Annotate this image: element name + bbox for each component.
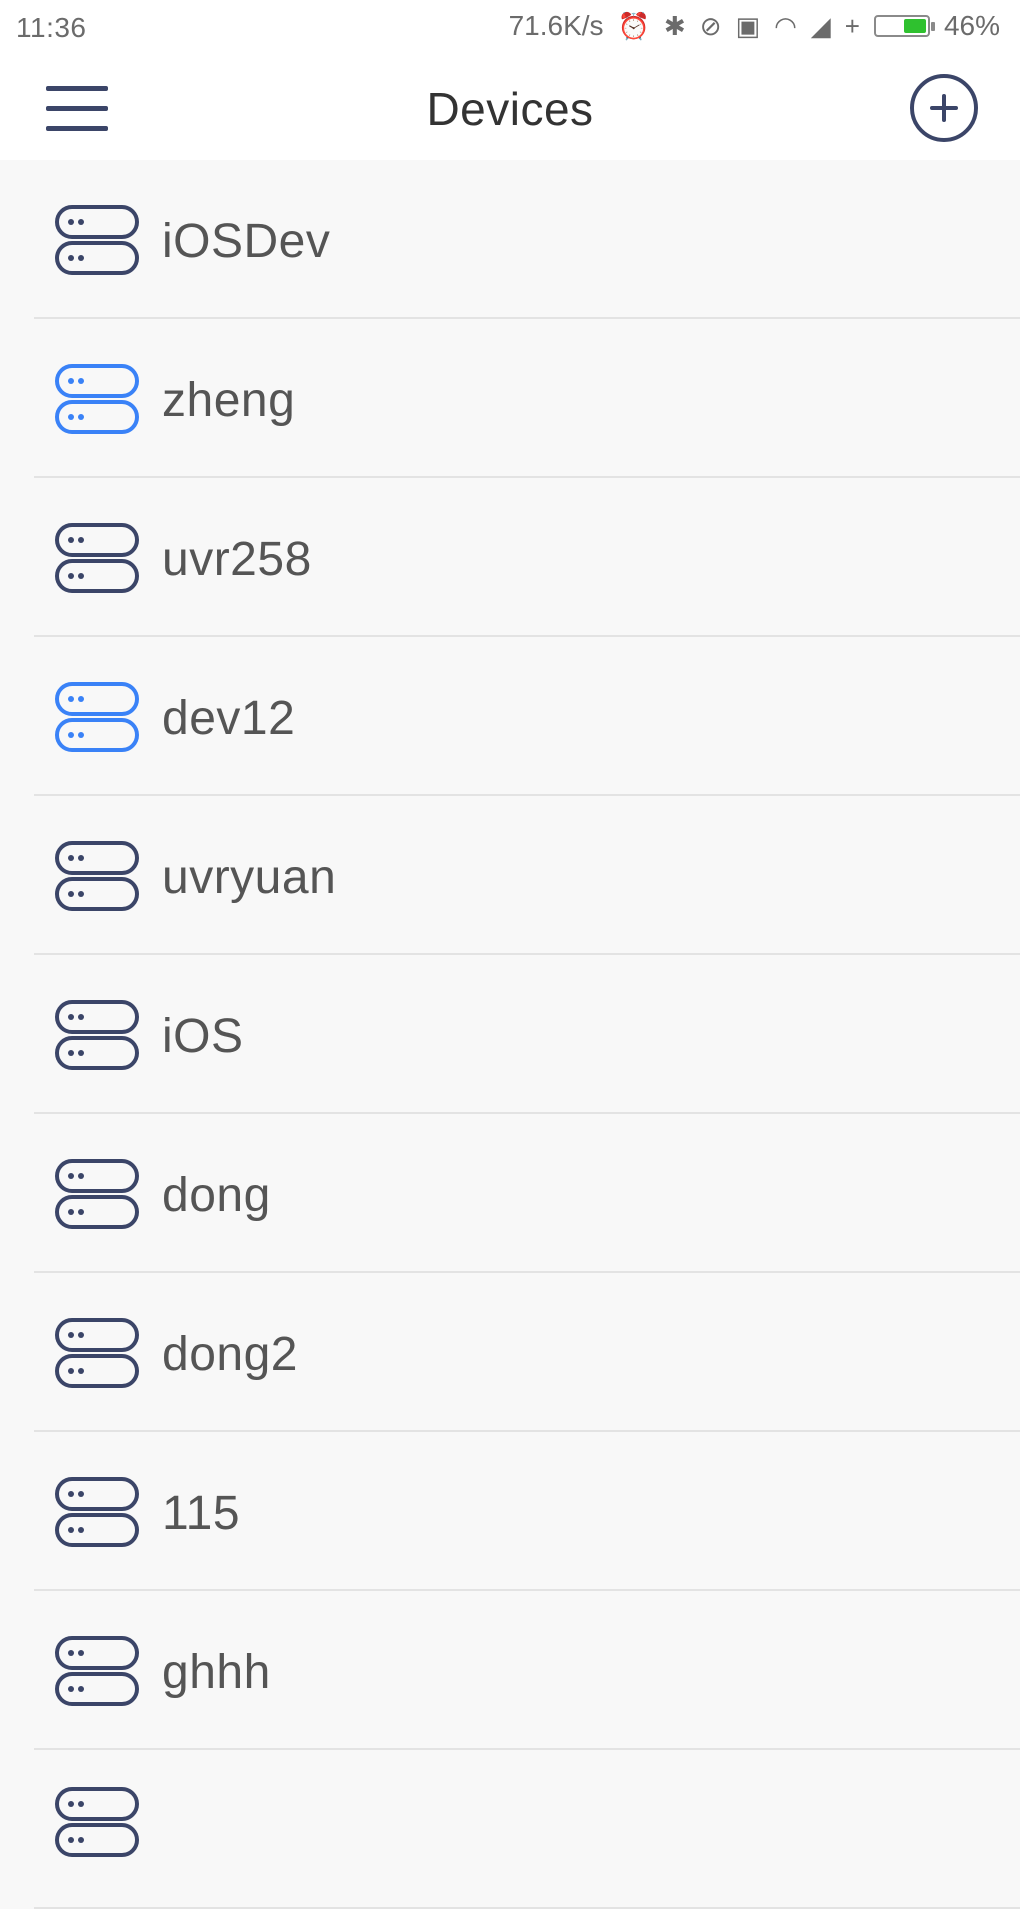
device-row[interactable]: zheng [0, 319, 1020, 478]
device-name: zheng [162, 374, 296, 427]
device-name: dong2 [162, 1328, 298, 1381]
device-name: uvr258 [162, 533, 312, 586]
server-icon [54, 999, 140, 1071]
device-name: 115 [162, 1487, 241, 1540]
device-row[interactable] [0, 1750, 1020, 1909]
blocked-icon: ⊘ [699, 10, 722, 41]
server-icon [54, 1635, 140, 1707]
device-row[interactable]: iOSDev [0, 160, 1020, 319]
status-time: 11:36 [16, 12, 87, 43]
server-icon [54, 1786, 140, 1858]
device-name: uvryuan [162, 851, 337, 904]
page-title: Devices [426, 83, 594, 135]
device-row[interactable]: dev12 [0, 637, 1020, 796]
signal-icon: ◢ [810, 10, 831, 41]
bluetooth-icon: ✱ [663, 10, 686, 41]
server-icon [54, 1317, 140, 1389]
battery-percent: 46% [943, 10, 1000, 41]
device-row[interactable]: dong2 [0, 1273, 1020, 1432]
device-row[interactable]: ghhh [0, 1591, 1020, 1750]
server-icon [54, 522, 140, 594]
add-device-button[interactable] [910, 74, 978, 142]
charging-icon: + [844, 10, 860, 41]
alarm-icon: ⏰ [617, 10, 650, 41]
device-name: ghhh [162, 1646, 271, 1699]
server-icon [54, 681, 140, 753]
status-icons: 71.6K/s ⏰ ✱ ⊘ ▣ ◠ ◢ + 46% [509, 10, 1000, 42]
app-bar: Devices [0, 58, 1020, 160]
device-row[interactable]: 115 [0, 1432, 1020, 1591]
device-name: iOS [162, 1010, 244, 1063]
status-bar: 11:36 71.6K/s ⏰ ✱ ⊘ ▣ ◠ ◢ + 46% [0, 0, 1020, 58]
device-name: iOSDev [162, 215, 331, 268]
sim-icon: ▣ [735, 10, 761, 41]
device-row[interactable]: uvryuan [0, 796, 1020, 955]
server-icon [54, 204, 140, 276]
battery-level [903, 19, 926, 33]
battery-icon [873, 15, 935, 37]
device-row[interactable]: uvr258 [0, 478, 1020, 637]
server-icon [54, 1158, 140, 1230]
device-name: dong [162, 1169, 271, 1222]
device-row[interactable]: iOS [0, 955, 1020, 1114]
wifi-icon: ◠ [774, 10, 797, 41]
server-icon [54, 840, 140, 912]
server-icon [54, 1476, 140, 1548]
network-speed: 71.6K/s [508, 10, 604, 41]
device-row[interactable]: dong [0, 1114, 1020, 1273]
device-name: dev12 [162, 692, 296, 745]
device-list: iOSDev zheng uvr258 dev12 uvryuan iOS dong dong… [0, 160, 1020, 1909]
server-icon [54, 363, 140, 435]
